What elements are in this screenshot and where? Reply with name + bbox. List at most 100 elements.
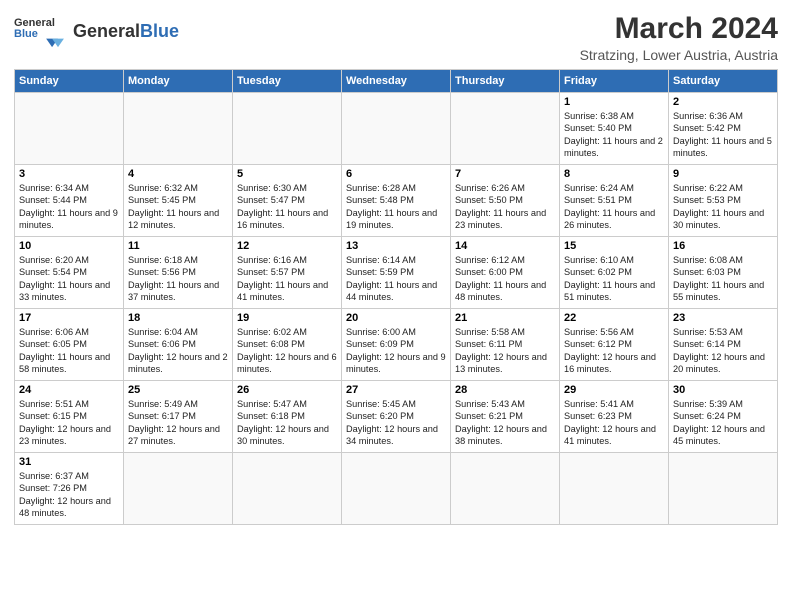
day-number: 10 — [19, 240, 119, 252]
day-info: Sunrise: 6:00 AM Sunset: 6:09 PM Dayligh… — [346, 326, 446, 376]
header-thursday: Thursday — [451, 70, 560, 93]
day-number: 18 — [128, 312, 228, 324]
calendar-cell: 30 Sunrise: 5:39 AM Sunset: 6:24 PM Dayli… — [669, 381, 778, 453]
calendar-cell: 4Sunrise: 6:32 AM Sunset: 5:45 PM Daylig… — [124, 165, 233, 237]
header-monday: Monday — [124, 70, 233, 93]
calendar-cell — [124, 93, 233, 165]
header: General Blue GeneralBlue March 2024 Stra… — [14, 12, 778, 63]
svg-text:Blue: Blue — [14, 28, 38, 40]
calendar-cell: 22 Sunrise: 5:56 AM Sunset: 6:12 PM Dayli… — [560, 309, 669, 381]
header-saturday: Saturday — [669, 70, 778, 93]
day-number: 15 — [564, 240, 664, 252]
calendar-cell: 10 Sunrise: 6:20 AM Sunset: 5:54 PM Dayli… — [15, 237, 124, 309]
calendar-cell — [124, 453, 233, 525]
day-info: Sunrise: 6:26 AM Sunset: 5:50 PM Dayligh… — [455, 182, 555, 232]
day-number: 19 — [237, 312, 337, 324]
title-block: March 2024 Stratzing, Lower Austria, Aus… — [580, 12, 778, 63]
day-number: 22 — [564, 312, 664, 324]
day-number: 29 — [564, 384, 664, 396]
day-info: Sunrise: 5:56 AM Sunset: 6:12 PM Dayligh… — [564, 326, 664, 376]
calendar-cell: 20 Sunrise: 6:00 AM Sunset: 6:09 PM Dayli… — [342, 309, 451, 381]
header-wednesday: Wednesday — [342, 70, 451, 93]
calendar-cell: 27 Sunrise: 5:45 AM Sunset: 6:20 PM Dayli… — [342, 381, 451, 453]
day-info: Sunrise: 6:20 AM Sunset: 5:54 PM Dayligh… — [19, 254, 119, 304]
calendar-header: Sunday Monday Tuesday Wednesday Thursday… — [15, 70, 778, 93]
weekday-header-row: Sunday Monday Tuesday Wednesday Thursday… — [15, 70, 778, 93]
logo-text: GeneralBlue — [73, 22, 179, 40]
day-number: 30 — [673, 384, 773, 396]
calendar-page: General Blue GeneralBlue March 2024 Stra… — [0, 0, 792, 612]
calendar-cell: 12Sunrise: 6:16 AM Sunset: 5:57 PM Dayli… — [233, 237, 342, 309]
calendar-cell: 9Sunrise: 6:22 AM Sunset: 5:53 PM Daylig… — [669, 165, 778, 237]
day-info: Sunrise: 6:30 AM Sunset: 5:47 PM Dayligh… — [237, 182, 337, 232]
calendar-cell: 8 Sunrise: 6:24 AM Sunset: 5:51 PM Daylig… — [560, 165, 669, 237]
day-info: Sunrise: 5:45 AM Sunset: 6:20 PM Dayligh… — [346, 398, 446, 448]
day-number: 16 — [673, 240, 773, 252]
calendar-cell: 25 Sunrise: 5:49 AM Sunset: 6:17 PM Dayli… — [124, 381, 233, 453]
calendar-body: 1Sunrise: 6:38 AM Sunset: 5:40 PM Daylig… — [15, 93, 778, 525]
day-info: Sunrise: 5:51 AM Sunset: 6:15 PM Dayligh… — [19, 398, 119, 448]
calendar-cell: 23Sunrise: 5:53 AM Sunset: 6:14 PM Dayli… — [669, 309, 778, 381]
header-friday: Friday — [560, 70, 669, 93]
day-info: Sunrise: 5:58 AM Sunset: 6:11 PM Dayligh… — [455, 326, 555, 376]
calendar-table: Sunday Monday Tuesday Wednesday Thursday… — [14, 69, 778, 525]
day-number: 6 — [346, 168, 446, 180]
calendar-cell: 19 Sunrise: 6:02 AM Sunset: 6:08 PM Dayli… — [233, 309, 342, 381]
calendar-cell: 6 Sunrise: 6:28 AM Sunset: 5:48 PM Daylig… — [342, 165, 451, 237]
calendar-subtitle: Stratzing, Lower Austria, Austria — [580, 47, 778, 63]
calendar-cell — [342, 93, 451, 165]
day-number: 8 — [564, 168, 664, 180]
day-number: 21 — [455, 312, 555, 324]
day-info: Sunrise: 5:43 AM Sunset: 6:21 PM Dayligh… — [455, 398, 555, 448]
calendar-cell: 21 Sunrise: 5:58 AM Sunset: 6:11 PM Dayli… — [451, 309, 560, 381]
calendar-cell: 29 Sunrise: 5:41 AM Sunset: 6:23 PM Dayli… — [560, 381, 669, 453]
calendar-cell: 3 Sunrise: 6:34 AM Sunset: 5:44 PM Daylig… — [15, 165, 124, 237]
calendar-cell: 5 Sunrise: 6:30 AM Sunset: 5:47 PM Daylig… — [233, 165, 342, 237]
day-info: Sunrise: 6:18 AM Sunset: 5:56 PM Dayligh… — [128, 254, 228, 304]
calendar-cell: 7 Sunrise: 6:26 AM Sunset: 5:50 PM Daylig… — [451, 165, 560, 237]
header-tuesday: Tuesday — [233, 70, 342, 93]
calendar-cell: 1Sunrise: 6:38 AM Sunset: 5:40 PM Daylig… — [560, 93, 669, 165]
day-number: 13 — [346, 240, 446, 252]
calendar-cell — [342, 453, 451, 525]
calendar-cell: 26Sunrise: 5:47 AM Sunset: 6:18 PM Dayli… — [233, 381, 342, 453]
day-number: 11 — [128, 240, 228, 252]
day-info: Sunrise: 5:39 AM Sunset: 6:24 PM Dayligh… — [673, 398, 773, 448]
day-info: Sunrise: 6:34 AM Sunset: 5:44 PM Dayligh… — [19, 182, 119, 232]
day-number: 3 — [19, 168, 119, 180]
day-info: Sunrise: 6:28 AM Sunset: 5:48 PM Dayligh… — [346, 182, 446, 232]
calendar-cell: 31Sunrise: 6:37 AM Sunset: 7:26 PM Dayli… — [15, 453, 124, 525]
day-info: Sunrise: 6:24 AM Sunset: 5:51 PM Dayligh… — [564, 182, 664, 232]
day-number: 1 — [564, 96, 664, 108]
day-info: Sunrise: 6:32 AM Sunset: 5:45 PM Dayligh… — [128, 182, 228, 232]
day-number: 27 — [346, 384, 446, 396]
day-info: Sunrise: 6:02 AM Sunset: 6:08 PM Dayligh… — [237, 326, 337, 376]
day-info: Sunrise: 5:49 AM Sunset: 6:17 PM Dayligh… — [128, 398, 228, 448]
day-info: Sunrise: 5:41 AM Sunset: 6:23 PM Dayligh… — [564, 398, 664, 448]
calendar-cell: 13 Sunrise: 6:14 AM Sunset: 5:59 PM Dayli… — [342, 237, 451, 309]
day-number: 26 — [237, 384, 337, 396]
logo: General Blue GeneralBlue — [14, 12, 179, 50]
calendar-title: March 2024 — [580, 12, 778, 45]
day-number: 20 — [346, 312, 446, 324]
day-number: 25 — [128, 384, 228, 396]
day-number: 17 — [19, 312, 119, 324]
calendar-cell — [451, 453, 560, 525]
day-number: 5 — [237, 168, 337, 180]
day-info: Sunrise: 6:04 AM Sunset: 6:06 PM Dayligh… — [128, 326, 228, 376]
calendar-cell: 17Sunrise: 6:06 AM Sunset: 6:05 PM Dayli… — [15, 309, 124, 381]
day-number: 24 — [19, 384, 119, 396]
day-number: 7 — [455, 168, 555, 180]
day-info: Sunrise: 6:36 AM Sunset: 5:42 PM Dayligh… — [673, 110, 773, 160]
day-number: 23 — [673, 312, 773, 324]
day-info: Sunrise: 6:14 AM Sunset: 5:59 PM Dayligh… — [346, 254, 446, 304]
calendar-cell: 24 Sunrise: 5:51 AM Sunset: 6:15 PM Dayli… — [15, 381, 124, 453]
day-info: Sunrise: 6:10 AM Sunset: 6:02 PM Dayligh… — [564, 254, 664, 304]
day-info: Sunrise: 6:22 AM Sunset: 5:53 PM Dayligh… — [673, 182, 773, 232]
day-number: 28 — [455, 384, 555, 396]
calendar-cell: 11 Sunrise: 6:18 AM Sunset: 5:56 PM Dayli… — [124, 237, 233, 309]
calendar-cell: 16Sunrise: 6:08 AM Sunset: 6:03 PM Dayli… — [669, 237, 778, 309]
day-number: 14 — [455, 240, 555, 252]
day-number: 31 — [19, 456, 119, 468]
day-number: 2 — [673, 96, 773, 108]
